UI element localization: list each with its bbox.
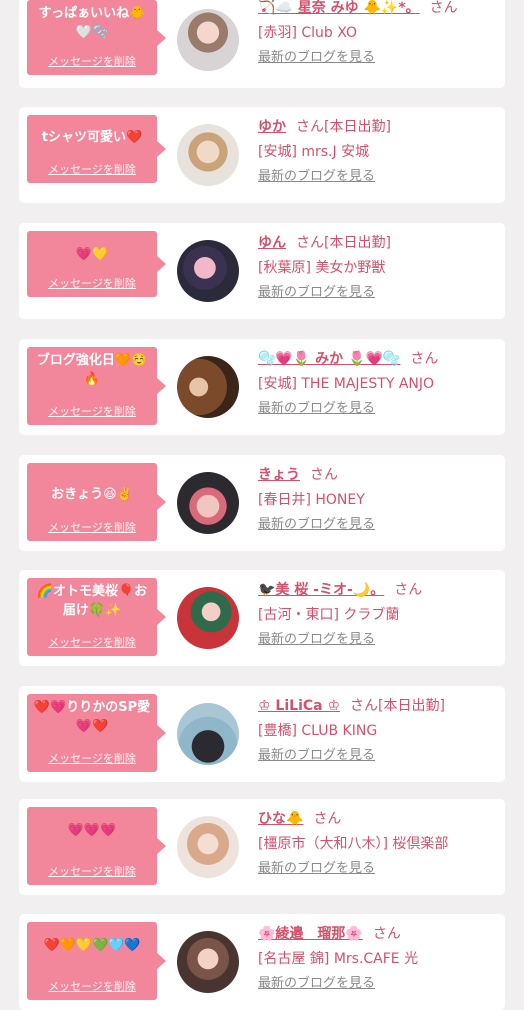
cast-name-link[interactable]: ゆか — [258, 119, 286, 135]
status-badge: [本日出勤] — [378, 698, 445, 714]
shop-name: [古河・東口] クラブ蘭 — [258, 607, 400, 623]
message-bubble: 🌈オトモ美桜🎈お届け🍀✨ メッセージを削除 — [27, 578, 166, 656]
status-badge: [本日出勤] — [324, 235, 391, 251]
latest-blog-link[interactable]: 最新のブログを見る — [258, 169, 375, 185]
delete-message-link[interactable]: メッセージを削除 — [27, 863, 157, 879]
profile-info: 🌸綾邉 瑠那🌸 さん [名古屋 錦] Mrs.CAFE 光 最新のブログを見る — [258, 924, 499, 992]
profile-info: ゆん さん[本日出勤] [秋葉原] 美女か野獣 最新のブログを見る — [258, 233, 499, 301]
delete-message-link[interactable]: メッセージを削除 — [27, 161, 157, 177]
message-bubble: 💗💛 メッセージを削除 — [27, 231, 166, 297]
message-bubble: おきょう😆✌️ メッセージを削除 — [27, 463, 166, 541]
message-text: ❤️💗りりかのSP愛💗❤️ — [33, 700, 151, 734]
honorific: さん — [372, 926, 401, 942]
shop-name: [名古屋 錦] Mrs.CAFE 光 — [258, 951, 419, 967]
shop-name: [秋葉原] 美女か野獣 — [258, 260, 386, 276]
cast-name-link[interactable]: ゆん — [258, 235, 286, 251]
message-card: 💗💛 メッセージを削除 ゆん さん[本日出勤] [秋葉原] 美女か野獣 最新のブロ… — [19, 223, 505, 319]
shop-name: [春日井] HONEY — [258, 492, 365, 508]
latest-blog-link[interactable]: 最新のブログを見る — [258, 861, 375, 877]
message-card: ❤️💗りりかのSP愛💗❤️ メッセージを削除 ♔ LiLiCa ♔ さん[本日出勤… — [19, 686, 505, 782]
avatar[interactable] — [177, 816, 239, 878]
message-card: すっぱぁいいね🐥🤍🫧 メッセージを削除 🏹☁️ 星奈 みゆ 🐥✨*。 さん [赤羽… — [19, 0, 505, 88]
message-card: 🌈オトモ美桜🎈お届け🍀✨ メッセージを削除 🐦‍⬛美 桜 -ミオ-🌙。 さん [古… — [19, 570, 505, 666]
message-text: tシャツ可愛い❤️ — [41, 130, 143, 145]
avatar[interactable] — [177, 931, 239, 993]
shop-name: [豊橋] CLUB KING — [258, 723, 378, 739]
cast-name-link[interactable]: きょう — [258, 467, 300, 483]
message-text: すっぱぁいいね🐥🤍🫧 — [38, 6, 146, 40]
profile-info: ひな🐥 さん [橿原市（大和八木）] 桜倶楽部 最新のブログを見る — [258, 809, 499, 877]
profile-info: ゆか さん[本日出勤] [安城] mrs.J 安城 最新のブログを見る — [258, 117, 499, 185]
message-text: ❤️🧡💛💚🩵💙 — [43, 938, 141, 953]
delete-message-link[interactable]: メッセージを削除 — [27, 275, 157, 291]
honorific: さん — [410, 351, 439, 367]
message-text: ブログ強化日🧡☺️🔥 — [36, 353, 148, 387]
message-bubble: ブログ強化日🧡☺️🔥 メッセージを削除 — [27, 347, 166, 425]
avatar[interactable] — [177, 703, 239, 765]
honorific: さん — [310, 467, 338, 483]
shop-name: [赤羽] Club XO — [258, 25, 357, 41]
latest-blog-link[interactable]: 最新のブログを見る — [258, 517, 375, 533]
profile-info: ♔ LiLiCa ♔ さん[本日出勤] [豊橋] CLUB KING 最新のブログ… — [258, 696, 499, 764]
honorific: さん — [313, 811, 342, 827]
latest-blog-link[interactable]: 最新のブログを見る — [258, 748, 375, 764]
cast-name-link[interactable]: 🏹☁️ 星奈 みゆ 🐥✨*。 — [258, 0, 420, 16]
honorific: さん — [296, 119, 324, 135]
message-card: 💗💗💗 メッセージを削除 ひな🐥 さん [橿原市（大和八木）] 桜倶楽部 最新のブ… — [19, 799, 505, 895]
shop-name: [安城] THE MAJESTY ANJO — [258, 376, 435, 392]
latest-blog-link[interactable]: 最新のブログを見る — [258, 976, 375, 992]
cast-name-link[interactable]: ♔ LiLiCa ♔ — [258, 698, 340, 714]
delete-message-link[interactable]: メッセージを削除 — [27, 978, 157, 994]
message-bubble: ❤️💗りりかのSP愛💗❤️ メッセージを削除 — [27, 694, 166, 772]
message-card: ブログ強化日🧡☺️🔥 メッセージを削除 🫧💗🌷 みか 🌷💗🫧 さん [安城] TH… — [19, 339, 505, 435]
latest-blog-link[interactable]: 最新のブログを見る — [258, 50, 375, 66]
cast-name-link[interactable]: 🐦‍⬛美 桜 -ミオ-🌙。 — [258, 582, 384, 598]
message-text: 💗💛 — [75, 247, 109, 262]
shop-name: [橿原市（大和八木）] 桜倶楽部 — [258, 836, 449, 852]
delete-message-link[interactable]: メッセージを削除 — [27, 750, 157, 766]
avatar[interactable] — [177, 240, 239, 302]
honorific: さん — [296, 235, 324, 251]
profile-info: きょう さん [春日井] HONEY 最新のブログを見る — [258, 465, 499, 533]
honorific: さん — [350, 698, 379, 714]
cast-name-link[interactable]: 🫧💗🌷 みか 🌷💗🫧 — [258, 351, 400, 367]
cast-name-link[interactable]: 🌸綾邉 瑠那🌸 — [258, 926, 363, 942]
delete-message-link[interactable]: メッセージを削除 — [27, 403, 157, 419]
message-bubble: 💗💗💗 メッセージを削除 — [27, 807, 166, 885]
shop-name: [安城] mrs.J 安城 — [258, 144, 370, 160]
message-card: おきょう😆✌️ メッセージを削除 きょう さん [春日井] HONEY 最新のブロ… — [19, 455, 505, 551]
avatar[interactable] — [177, 9, 239, 71]
honorific: さん — [394, 582, 423, 598]
delete-message-link[interactable]: メッセージを削除 — [27, 53, 157, 69]
avatar[interactable] — [177, 356, 239, 418]
message-text: 🌈オトモ美桜🎈お届け🍀✨ — [36, 584, 148, 618]
message-bubble: すっぱぁいいね🐥🤍🫧 メッセージを削除 — [27, 0, 166, 75]
honorific: さん — [429, 0, 458, 16]
profile-info: 🏹☁️ 星奈 みゆ 🐥✨*。 さん [赤羽] Club XO 最新のブログを見る — [258, 0, 499, 66]
profile-info: 🫧💗🌷 みか 🌷💗🫧 さん [安城] THE MAJESTY ANJO 最新のブロ… — [258, 349, 499, 417]
latest-blog-link[interactable]: 最新のブログを見る — [258, 632, 375, 648]
message-bubble: tシャツ可愛い❤️ メッセージを削除 — [27, 115, 166, 183]
message-card: ❤️🧡💛💚🩵💙 メッセージを削除 🌸綾邉 瑠那🌸 さん [名古屋 錦] Mrs.C… — [19, 914, 505, 1010]
message-text: 💗💗💗 — [67, 823, 117, 838]
message-bubble: ❤️🧡💛💚🩵💙 メッセージを削除 — [27, 922, 166, 1000]
avatar[interactable] — [177, 124, 239, 186]
status-badge: [本日出勤] — [324, 119, 391, 135]
delete-message-link[interactable]: メッセージを削除 — [27, 519, 157, 535]
cast-name-link[interactable]: ひな🐥 — [258, 811, 303, 827]
latest-blog-link[interactable]: 最新のブログを見る — [258, 285, 375, 301]
profile-info: 🐦‍⬛美 桜 -ミオ-🌙。 さん [古河・東口] クラブ蘭 最新のブログを見る — [258, 580, 499, 648]
message-card: tシャツ可愛い❤️ メッセージを削除 ゆか さん[本日出勤] [安城] mrs.J… — [19, 107, 505, 203]
avatar[interactable] — [177, 472, 239, 534]
latest-blog-link[interactable]: 最新のブログを見る — [258, 401, 375, 417]
delete-message-link[interactable]: メッセージを削除 — [27, 634, 157, 650]
avatar[interactable] — [177, 587, 239, 649]
message-text: おきょう😆✌️ — [51, 487, 133, 502]
